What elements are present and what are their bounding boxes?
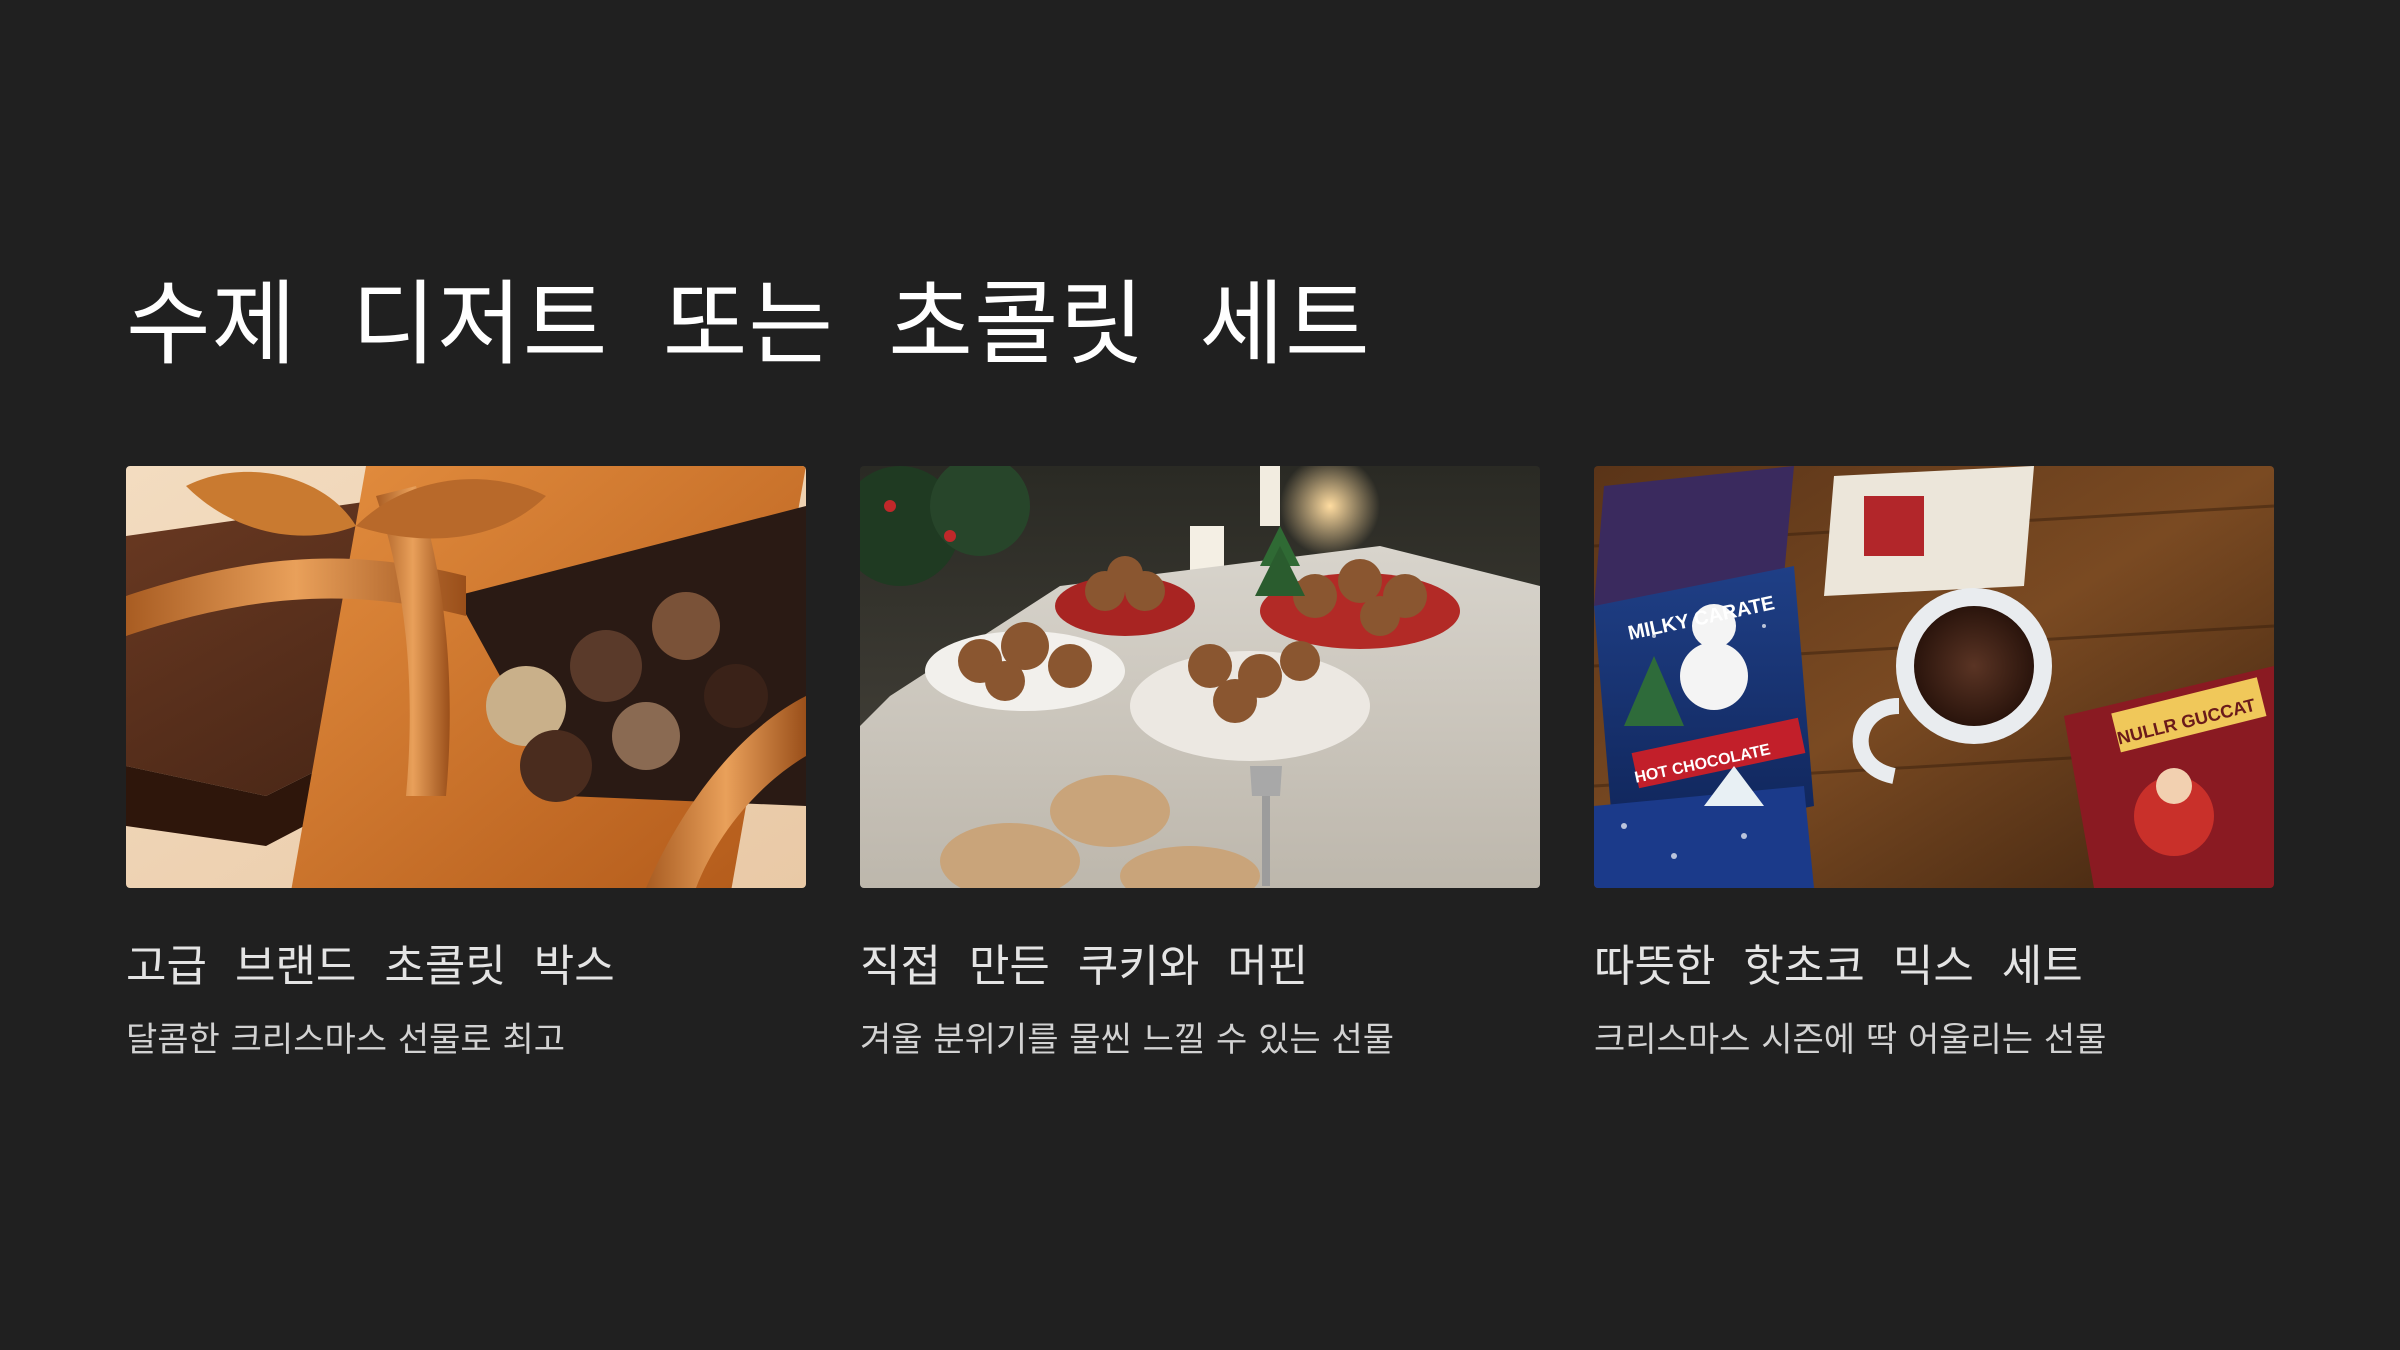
card-heading: 고급 브랜드 초콜릿 박스 bbox=[126, 941, 615, 992]
card-description: 달콤한 크리스마스 선물로 최고 bbox=[126, 1020, 566, 1060]
card-description: 겨울 분위기를 물씬 느낄 수 있는 선물 bbox=[860, 1020, 1395, 1060]
card-heading: 따뜻한 핫초코 믹스 세트 bbox=[1594, 941, 2083, 992]
chocolate-box-image bbox=[126, 466, 806, 888]
card-heading: 직접 만든 쿠키와 머핀 bbox=[860, 941, 1309, 992]
card-hot-chocolate: MILKY CARATE HOT CHOCOLATE NULLR GUCCAT … bbox=[1594, 466, 2274, 1060]
slide-title: 수제 디저트 또는 초콜릿 세트 bbox=[126, 271, 1371, 378]
card-description: 크리스마스 시즌에 딱 어울리는 선물 bbox=[1594, 1020, 2107, 1060]
card-chocolate-box: 고급 브랜드 초콜릿 박스 달콤한 크리스마스 선물로 최고 bbox=[126, 466, 806, 1060]
cookies-muffins-image bbox=[860, 466, 1540, 888]
hot-chocolate-image: MILKY CARATE HOT CHOCOLATE NULLR GUCCAT bbox=[1594, 466, 2274, 888]
slide: 수제 디저트 또는 초콜릿 세트 고급 브랜드 초콜릿 박스 달콤한 크리스마스… bbox=[0, 0, 2400, 1350]
card-cookies-muffins: 직접 만든 쿠키와 머핀 겨울 분위기를 물씬 느낄 수 있는 선물 bbox=[860, 466, 1540, 1060]
